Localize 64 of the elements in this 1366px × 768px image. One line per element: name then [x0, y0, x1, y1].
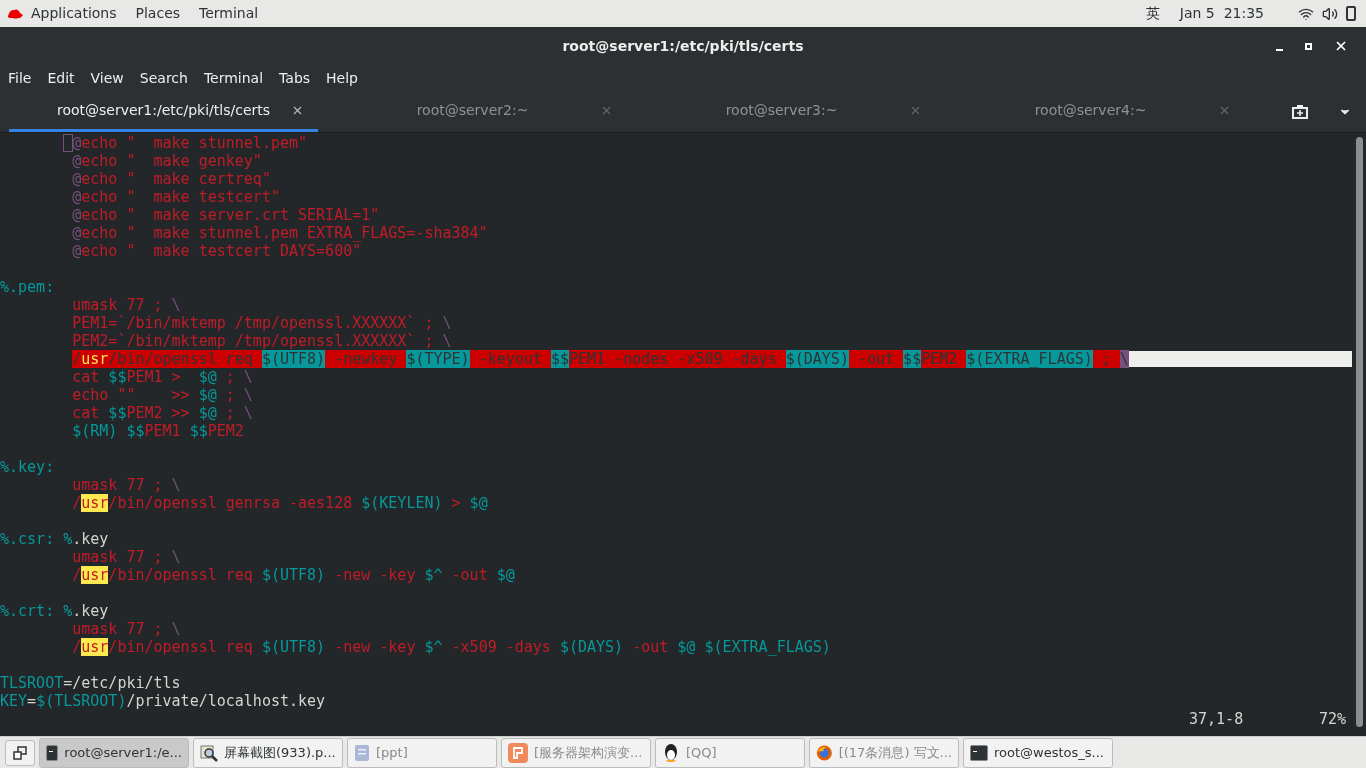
slides-app-icon	[508, 742, 528, 763]
windows-icon	[13, 745, 27, 760]
code-line: @echo " make stunnel.pem"	[72, 134, 308, 152]
code-line: TLSROOT=/etc/pki/tls	[0, 674, 181, 692]
terminal-icon	[46, 744, 59, 761]
code-line: @echo " make genkey"	[72, 152, 262, 170]
code-line: umask 77 ; \	[72, 476, 181, 494]
code-line: %.pem:	[0, 278, 55, 296]
menu-item[interactable]: View	[90, 68, 124, 89]
menu-item[interactable]: Search	[139, 68, 188, 89]
browser-icon	[816, 742, 833, 763]
document-icon	[354, 743, 370, 762]
code-line: /usr/bin/openssl req $(UTF8) -new -key $^ -x509 -days $(DAYS) -out $@ $(EXTRA_FLAGS)	[72, 638, 831, 656]
code-line: umask 77 ; \	[72, 620, 181, 638]
volume-icon[interactable]	[1322, 5, 1338, 22]
taskbar-item[interactable]: root@server1:/e...	[39, 737, 189, 768]
cursor-position: 37,1-8	[1189, 710, 1244, 728]
magnifier-icon	[200, 743, 218, 762]
close-tab-icon[interactable]	[291, 104, 304, 117]
code-line: /usr/bin/openssl genrsa -aes128 $(KEYLEN) > $@	[72, 494, 488, 512]
taskbar-item[interactable]: 屏幕截图(933).p...	[193, 737, 343, 768]
maximize-button[interactable]	[1305, 42, 1312, 50]
code-line: /usr/bin/openssl req $(UTF8) -newkey $(TYPE) -keyout $$PEM1 -nodes -x509 -days $(DAYS) -out $$PEM2 $(EXTRA_FLAGS) ; \	[72, 350, 1129, 368]
code-line: /usr/bin/openssl req $(UTF8) -new -key $^ -out $@	[72, 566, 515, 584]
terminal-tab[interactable]: root@server3:~	[627, 92, 936, 132]
taskbar-item[interactable]: root@westos_s...	[963, 737, 1113, 768]
code-line: @echo " make testcert DAYS=600"	[72, 242, 362, 260]
close-icon[interactable]	[1334, 39, 1348, 53]
code-line: %.crt: %.key	[0, 602, 109, 620]
top-bar-menu[interactable]: Applications	[31, 3, 117, 24]
top-bar-menu[interactable]: Places	[135, 3, 181, 24]
menu-item[interactable]: File	[8, 68, 32, 89]
menu-item[interactable]: Edit	[47, 68, 75, 89]
code-line: cat $$PEM1 > $@ ; \	[72, 368, 253, 386]
code-line: @echo " make stunnel.pem EXTRA_FLAGS=-sha384"	[72, 224, 488, 242]
show-desktop-button[interactable]	[5, 739, 35, 766]
hat-logo-icon	[6, 6, 24, 21]
code-line: PEM2=`/bin/mktemp /tmp/openssl.XXXXXX` ; \	[72, 332, 452, 350]
code-line: umask 77 ; \	[72, 548, 181, 566]
menu-item[interactable]: Tabs	[279, 68, 311, 89]
terminal-icon	[970, 744, 988, 761]
code-line: %.csr: %.key	[0, 530, 109, 548]
code-line: %.key:	[0, 458, 55, 476]
code-line: $(RM) $$PEM1 $$PEM2	[72, 422, 244, 440]
code-line: PEM1=`/bin/mktemp /tmp/openssl.XXXXXX` ; \	[72, 314, 452, 332]
menu-item[interactable]: Help	[326, 68, 358, 89]
menu-item[interactable]: Terminal	[203, 68, 264, 89]
code-line: @echo " make testcert"	[72, 188, 280, 206]
code-line: umask 77 ; \	[72, 296, 181, 314]
code-line: @echo " make certreq"	[72, 170, 271, 188]
input-method-indicator[interactable]: 英	[1145, 3, 1160, 24]
clock[interactable]: Jan 5 21:35	[1179, 3, 1264, 24]
new-tab-icon[interactable]	[1292, 105, 1308, 119]
scroll-percent: 72%	[1318, 710, 1346, 728]
code-line: @echo " make server.crt SERIAL=1"	[72, 206, 380, 224]
battery-icon[interactable]	[1346, 6, 1356, 21]
terminal-tab[interactable]: root@server2:~	[318, 92, 627, 132]
code-line: echo "" >> $@ ; \	[72, 386, 253, 404]
code-line: KEY=$(TLSROOT)/private/localhost.key	[0, 692, 326, 710]
window-title: root@server1:/etc/pki/tls/certs	[562, 36, 804, 56]
penguin-icon	[662, 742, 680, 763]
terminal-tab[interactable]: root@server4:~	[936, 92, 1245, 132]
top-bar-menu[interactable]: Terminal	[199, 3, 259, 24]
code-line: cat $$PEM2 >> $@ ; \	[72, 404, 253, 422]
